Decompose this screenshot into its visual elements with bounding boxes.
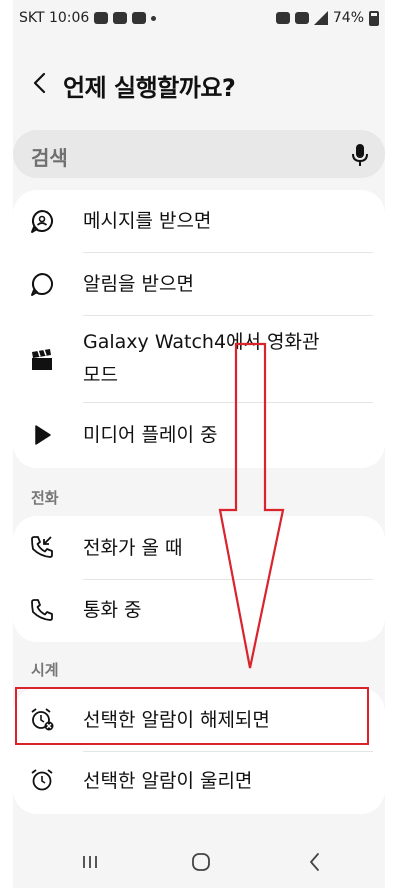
app-notification-icon	[94, 12, 109, 24]
general-triggers-card: 메시지를 받으면 알림을 받으면 Galaxy Watch4에서 영화관 모드	[13, 190, 385, 468]
list-item-alarm-dismissed[interactable]: 선택한 알람이 해제되면	[13, 688, 385, 751]
page-title: 언제 실행할까요?	[63, 74, 236, 102]
clapperboard-icon	[32, 349, 52, 370]
list-item-label: 선택한 알람이 해제되면	[83, 709, 270, 731]
home-icon	[192, 853, 210, 871]
list-item-notification[interactable]: 알림을 받으면	[13, 253, 385, 315]
back-arrow-icon	[33, 72, 46, 94]
notification-bubble-icon	[31, 273, 53, 296]
call-triggers-card: 전화가 올 때 통화 중	[13, 516, 385, 642]
play-icon	[35, 425, 51, 445]
list-item-label: 미디어 플레이 중	[83, 424, 218, 446]
list-item-label: Galaxy Watch4에서 영화관	[83, 331, 320, 353]
screen: SKT 10:06 74% 언제 실행할까요? 검색 메시지를 받으면 알림을 …	[13, 0, 385, 888]
search-placeholder: 검색	[31, 146, 68, 170]
nav-back-button[interactable]	[300, 850, 330, 874]
list-item-message[interactable]: 메시지를 받으면	[13, 190, 385, 252]
list-item-watch-theater-mode[interactable]: Galaxy Watch4에서 영화관 모드	[13, 316, 385, 402]
recent-apps-button[interactable]	[75, 850, 105, 874]
back-button[interactable]	[23, 66, 57, 100]
recent-apps-icon	[83, 856, 97, 868]
list-item-label: 통화 중	[83, 599, 142, 621]
list-item-label: 전화가 올 때	[83, 537, 183, 559]
list-item-in-call[interactable]: 통화 중	[13, 580, 385, 642]
list-item-media-playing[interactable]: 미디어 플레이 중	[13, 403, 385, 465]
battery-percent: 74%	[332, 10, 364, 26]
header: 언제 실행할까요?	[13, 58, 385, 108]
section-title-clock: 시계	[31, 661, 59, 679]
nav-back-icon	[310, 853, 319, 871]
phone-icon	[31, 599, 53, 621]
incoming-call-icon	[31, 536, 53, 558]
network-5g-icon	[294, 12, 309, 24]
signal-icon	[313, 11, 328, 25]
chat-notification-icon	[113, 12, 128, 24]
list-item-label-line2: 모드	[83, 364, 118, 386]
battery-icon	[369, 10, 379, 26]
mic-icon[interactable]	[349, 142, 371, 168]
list-item-alarm-rings[interactable]: 선택한 알람이 울리면	[13, 752, 385, 814]
clock-triggers-card: 선택한 알람이 해제되면 선택한 알람이 울리면	[13, 688, 385, 814]
status-bar: SKT 10:06 74%	[13, 0, 385, 40]
list-item-incoming-call[interactable]: 전화가 올 때	[13, 516, 385, 579]
list-item-label: 알림을 받으면	[83, 273, 194, 295]
list-item-label: 선택한 알람이 울리면	[83, 770, 253, 792]
section-title-call: 전화	[31, 489, 59, 507]
gallery-notification-icon	[132, 12, 147, 24]
home-button[interactable]	[186, 850, 216, 874]
alarm-icon	[31, 769, 53, 791]
list-item-label: 메시지를 받으면	[83, 210, 212, 232]
status-carrier-time: SKT 10:06	[19, 10, 90, 26]
search-bar[interactable]: 검색	[13, 130, 385, 178]
more-notifications-icon	[151, 15, 157, 21]
alarm-off-icon	[31, 708, 54, 731]
alarm-status-icon	[275, 12, 290, 24]
message-bubble-icon	[31, 210, 53, 233]
system-nav-bar	[13, 836, 385, 888]
